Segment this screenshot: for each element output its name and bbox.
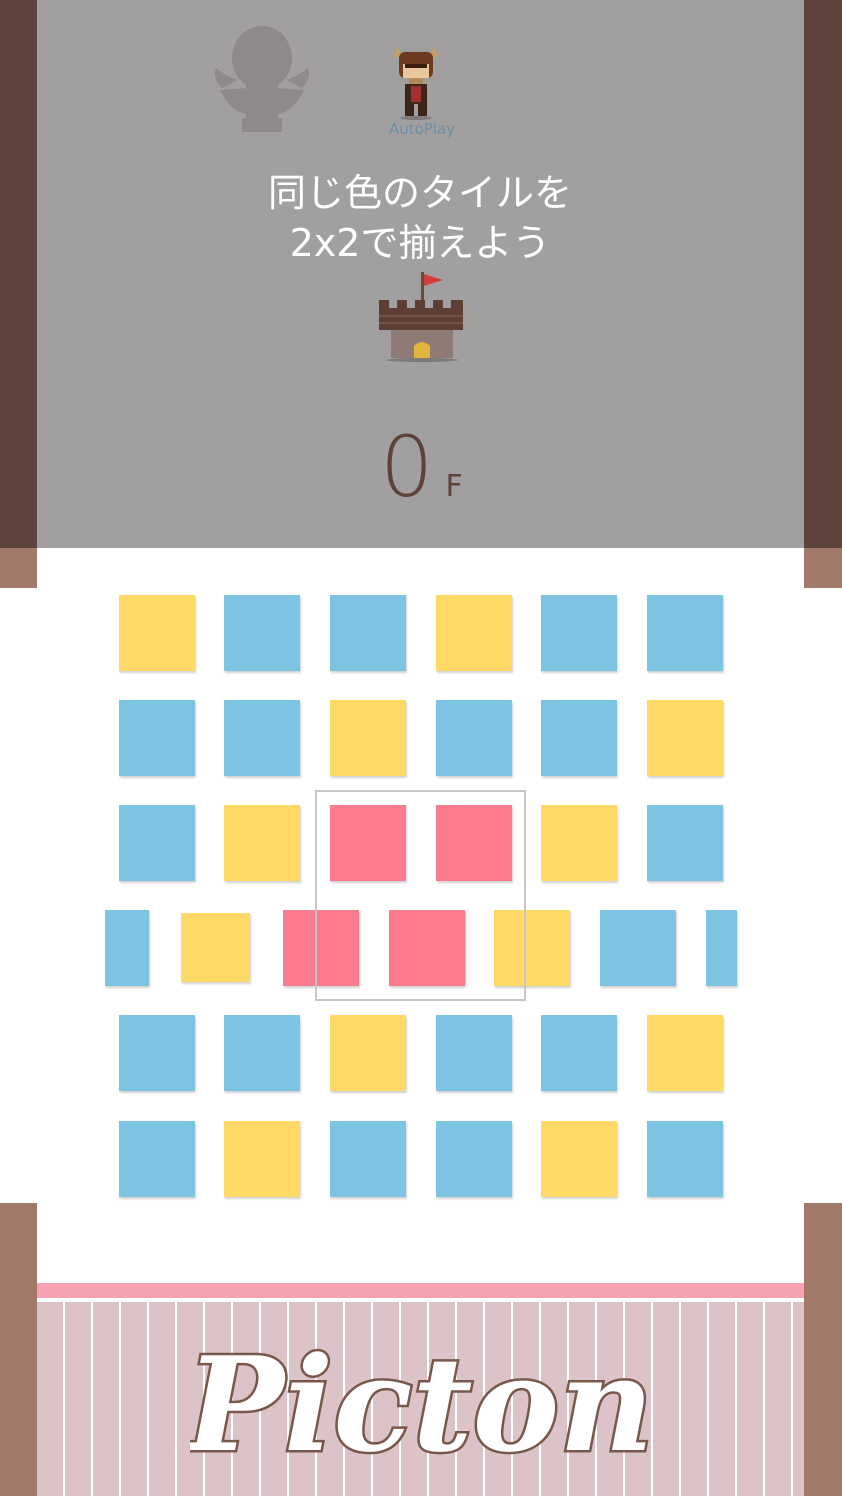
tile-r4-c7[interactable]	[706, 910, 737, 986]
tile-r6-c1[interactable]	[119, 1121, 195, 1197]
tile-r3-c5[interactable]	[541, 805, 617, 881]
tile-r4-c6[interactable]	[600, 910, 676, 986]
tile-r6-c5[interactable]	[541, 1121, 617, 1197]
tile-r6-c3[interactable]	[330, 1121, 406, 1197]
left-pillar-bottom	[0, 1203, 37, 1496]
tile-r6-c2[interactable]	[224, 1121, 300, 1197]
picton-logo: Picton	[190, 1326, 650, 1484]
tile-r2-c3[interactable]	[330, 700, 406, 776]
tile-r5-c5[interactable]	[541, 1015, 617, 1091]
tile-r6-c4[interactable]	[436, 1121, 512, 1197]
tile-r3-c6[interactable]	[647, 805, 723, 881]
tile-r5-c6[interactable]	[647, 1015, 723, 1091]
tile-r2-c5[interactable]	[541, 700, 617, 776]
game-board	[0, 0, 842, 1496]
tile-r1-c3[interactable]	[330, 595, 406, 671]
tile-r2-c6[interactable]	[647, 700, 723, 776]
selection-cursor[interactable]	[315, 790, 526, 1001]
tile-r5-c4[interactable]	[436, 1015, 512, 1091]
tile-r3-c1[interactable]	[119, 805, 195, 881]
tile-r1-c6[interactable]	[647, 595, 723, 671]
right-pillar-bottom	[804, 1203, 842, 1496]
tile-r4-c1[interactable]	[105, 910, 149, 986]
tile-r2-c4[interactable]	[436, 700, 512, 776]
tile-r1-c5[interactable]	[541, 595, 617, 671]
tile-r2-c2[interactable]	[224, 700, 300, 776]
tile-r1-c1[interactable]	[119, 595, 195, 671]
tile-r1-c4[interactable]	[436, 595, 512, 671]
tile-r6-c6[interactable]	[647, 1121, 723, 1197]
tile-r3-c2[interactable]	[224, 805, 300, 881]
tile-r2-c1[interactable]	[119, 700, 195, 776]
svg-text:Picton: Picton	[190, 1328, 650, 1481]
tile-r5-c3[interactable]	[330, 1015, 406, 1091]
tile-r4-c2[interactable]	[181, 913, 250, 982]
tile-r1-c2[interactable]	[224, 595, 300, 671]
footer-stripe	[37, 1283, 804, 1298]
tile-r5-c1[interactable]	[119, 1015, 195, 1091]
tile-r5-c2[interactable]	[224, 1015, 300, 1091]
